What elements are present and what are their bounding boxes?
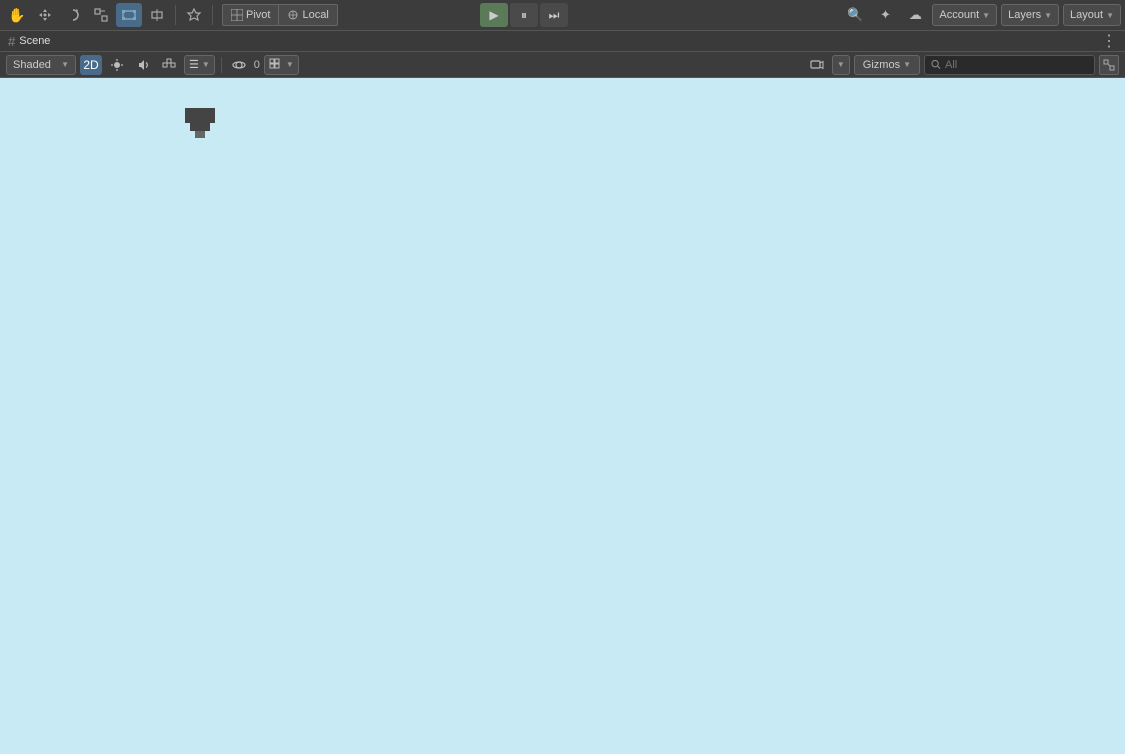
- scene-hash-icon: #: [8, 34, 15, 49]
- effects-button[interactable]: [158, 55, 180, 75]
- shaded-label: Shaded: [13, 59, 51, 71]
- right-view-controls: ▼ Gizmos ▼: [806, 55, 1119, 75]
- special-tool-button[interactable]: [181, 3, 207, 27]
- grid-dropdown-arrow: ▼: [286, 60, 294, 69]
- collab-button[interactable]: ✦: [872, 3, 898, 27]
- hand-tool-button[interactable]: ✋: [4, 3, 30, 27]
- audio-button[interactable]: [132, 55, 154, 75]
- camera-settings-button[interactable]: [806, 55, 828, 75]
- layers-dropdown-arrow: ▼: [1044, 11, 1052, 20]
- pixel-art-canvas: [0, 78, 235, 438]
- scale-tool-button[interactable]: [88, 3, 114, 27]
- search-input[interactable]: [945, 59, 1088, 71]
- effects-quality-icon: ☰: [189, 58, 199, 71]
- account-label: Account: [939, 9, 979, 21]
- grid-dropdown[interactable]: ▼: [264, 55, 299, 75]
- view-toolbar: Shaded ▼ 2D ☰ ▼: [0, 52, 1125, 78]
- effects-quality-dropdown[interactable]: ☰ ▼: [184, 55, 215, 75]
- cloud-button[interactable]: ☁: [902, 3, 928, 27]
- scene-bar: # Scene ⋮: [0, 30, 1125, 52]
- layout-dropdown-arrow: ▼: [1106, 11, 1114, 20]
- account-dropdown-arrow: ▼: [982, 11, 990, 20]
- pivot-button[interactable]: Pivot: [222, 4, 279, 26]
- top-toolbar: ✋: [0, 0, 1125, 30]
- step-button[interactable]: ⏭: [540, 3, 568, 27]
- mode-2d-label: 2D: [83, 58, 98, 72]
- local-label: Local: [302, 9, 328, 21]
- layers-label: Layers: [1008, 9, 1041, 21]
- sun-lighting-button[interactable]: [106, 55, 128, 75]
- layer-count-value: 0: [254, 59, 260, 71]
- camera-dropdown-arrow: ▼: [837, 60, 845, 69]
- separator-2: [212, 5, 213, 25]
- layout-label: Layout: [1070, 9, 1103, 21]
- effects-dropdown-arrow: ▼: [202, 60, 210, 69]
- move-tool-button[interactable]: [32, 3, 58, 27]
- maximize-button[interactable]: [1099, 55, 1119, 75]
- gizmos-dropdown[interactable]: Gizmos ▼: [854, 55, 920, 75]
- pivot-local-group: Pivot Local: [222, 4, 338, 26]
- gizmos-dropdown-arrow: ▼: [903, 60, 911, 69]
- pivot-label: Pivot: [246, 9, 270, 21]
- scene-title: Scene: [19, 35, 50, 47]
- viewport-search[interactable]: [924, 55, 1095, 75]
- character-container: [0, 78, 235, 438]
- view-separator-1: [221, 57, 222, 73]
- play-button[interactable]: ▶: [480, 3, 508, 27]
- more-options-button[interactable]: ⋮: [1101, 31, 1117, 51]
- layer-visibility-button[interactable]: [228, 55, 250, 75]
- right-controls: 🔍 ✦ ☁ Account ▼ Layers ▼ Layout ▼: [842, 3, 1121, 27]
- scene-label: # Scene: [8, 34, 50, 49]
- shaded-dropdown[interactable]: Shaded ▼: [6, 55, 76, 75]
- custom-transform-button[interactable]: [144, 3, 170, 27]
- search-icon: [931, 59, 941, 70]
- local-button[interactable]: Local: [279, 4, 337, 26]
- rotate-tool-button[interactable]: [60, 3, 86, 27]
- pause-button[interactable]: ⏸: [510, 3, 538, 27]
- account-dropdown[interactable]: Account ▼: [932, 4, 997, 26]
- play-controls: ▶ ⏸ ⏭: [480, 3, 568, 27]
- layers-dropdown[interactable]: Layers ▼: [1001, 4, 1059, 26]
- shaded-dropdown-arrow: ▼: [61, 60, 69, 69]
- search-button[interactable]: 🔍: [842, 3, 868, 27]
- mode-2d-button[interactable]: 2D: [80, 55, 102, 75]
- camera-dropdown[interactable]: ▼: [832, 55, 850, 75]
- gizmos-label: Gizmos: [863, 59, 900, 71]
- separator-1: [175, 5, 176, 25]
- layout-dropdown[interactable]: Layout ▼: [1063, 4, 1121, 26]
- layer-count-display: 0: [254, 59, 260, 71]
- viewport: [0, 78, 1125, 754]
- rect-transform-button[interactable]: [116, 3, 142, 27]
